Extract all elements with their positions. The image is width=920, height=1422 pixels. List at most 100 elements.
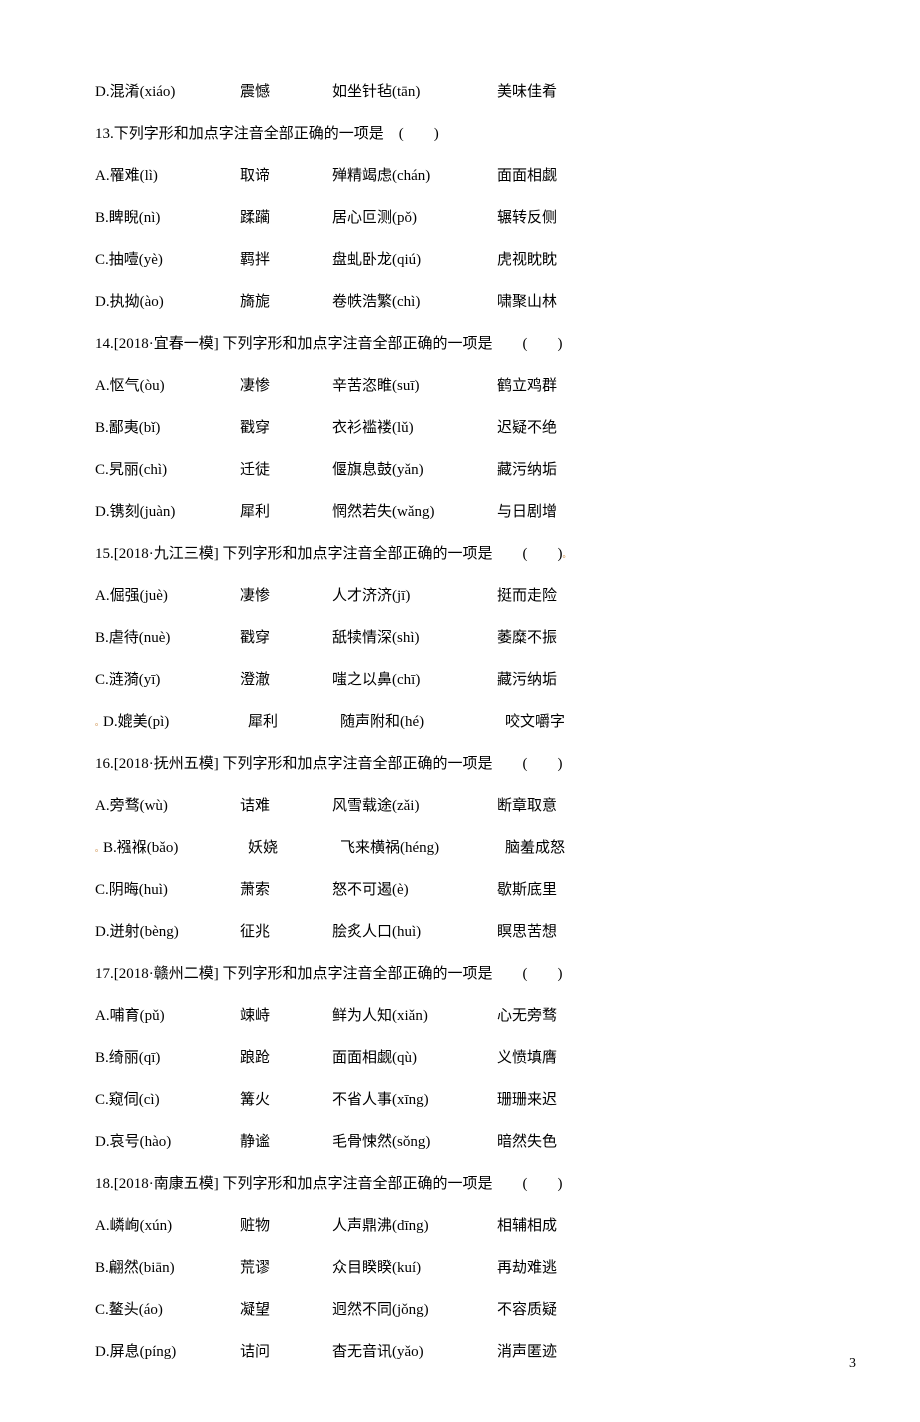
question-text: 14.[2018·宜春一模] 下列字形和加点字注音全部正确的一项是 ( ): [95, 336, 562, 352]
option-col-c: 居心叵测(pǒ): [332, 206, 497, 227]
option-col-a: A.嶙峋(xún): [95, 1214, 240, 1235]
option-col-d: 瞑思苦想: [497, 920, 557, 941]
option-col-b: 犀利: [248, 710, 340, 731]
option-col-d: 迟疑不绝: [497, 416, 557, 437]
option-col-c: 随声附和(hé): [340, 710, 505, 731]
option-col-c: 嗤之以鼻(chī): [332, 668, 497, 689]
question-text: 13.下列字形和加点字注音全部正确的一项是 ( ): [95, 126, 439, 142]
option-col-c: 衣衫褴褛(lǔ): [332, 416, 497, 437]
option-col-d: 美味佳肴: [497, 80, 557, 101]
question-line: 16.[2018·抚州五模] 下列字形和加点字注音全部正确的一项是 ( ): [95, 752, 825, 773]
option-col-a: D.哀号(hào): [95, 1130, 240, 1151]
option-col-b: 震憾: [240, 80, 332, 101]
option-col-c: 脍炙人口(huì): [332, 920, 497, 941]
option-col-c: 面面相觑(qù): [332, 1046, 497, 1067]
option-line: D.执拗(ào)旖旎卷帙浩繁(chì)啸聚山林: [95, 290, 825, 311]
question-text: 15.[2018·九江三模] 下列字形和加点字注音全部正确的一项是 ( ): [95, 546, 562, 562]
option-col-a: C.鳌头(áo): [95, 1298, 240, 1319]
option-col-d: 脑羞成怒: [505, 836, 565, 857]
option-line: A.哺育(pǔ)竦峙鲜为人知(xiǎn)心无旁骛: [95, 1004, 825, 1025]
option-col-b: 竦峙: [240, 1004, 332, 1025]
option-col-c: 怒不可遏(è): [332, 878, 497, 899]
option-col-a: C.阴晦(huì): [95, 878, 240, 899]
option-col-d: 与日剧增: [497, 500, 557, 521]
question-line: 14.[2018·宜春一模] 下列字形和加点字注音全部正确的一项是 ( ): [95, 332, 825, 353]
option-col-b: 凄惨: [240, 374, 332, 395]
option-col-a: D.混淆(xiáo): [95, 80, 240, 101]
option-col-d: 断章取意: [497, 794, 557, 815]
option-col-c: 人声鼎沸(dīng): [332, 1214, 497, 1235]
option-col-a: C.涟漪(yī): [95, 668, 240, 689]
option-col-b: 诘难: [240, 794, 332, 815]
option-col-a: B.翩然(biān): [95, 1256, 240, 1277]
option-col-b: 凝望: [240, 1298, 332, 1319]
question-text: 18.[2018·南康五模] 下列字形和加点字注音全部正确的一项是 ( ): [95, 1176, 562, 1192]
option-col-c: 舐犊情深(shì): [332, 626, 497, 647]
option-col-b: 戳穿: [240, 416, 332, 437]
option-col-a: B.鄙夷(bǐ): [95, 416, 240, 437]
option-line: 。D.媲美(pì)犀利随声附和(hé)咬文嚼字: [95, 710, 825, 731]
option-col-a: B.襁褓(bǎo): [103, 836, 248, 857]
option-line: D.混淆(xiáo)震憾如坐针毡(tān)美味佳肴: [95, 80, 825, 101]
option-line: B.鄙夷(bǐ)戳穿衣衫褴褛(lǔ)迟疑不绝: [95, 416, 825, 437]
page-number: 3: [849, 1356, 856, 1372]
option-col-d: 珊珊来迟: [497, 1088, 557, 1109]
option-col-b: 静谧: [240, 1130, 332, 1151]
option-col-b: 羁拌: [240, 248, 332, 269]
option-col-b: 萧索: [240, 878, 332, 899]
option-col-b: 篝火: [240, 1088, 332, 1109]
option-col-b: 诘问: [240, 1340, 332, 1361]
option-col-a: D.媲美(pì): [103, 710, 248, 731]
option-line: B.睥睨(nì)蹂躏居心叵测(pǒ)辗转反侧: [95, 206, 825, 227]
option-col-d: 藏污纳垢: [497, 668, 557, 689]
option-col-b: 迁徒: [240, 458, 332, 479]
option-col-a: A.哺育(pǔ): [95, 1004, 240, 1025]
option-col-d: 歇斯底里: [497, 878, 557, 899]
option-line: C.阴晦(huì)萧索怒不可遏(è)歇斯底里: [95, 878, 825, 899]
option-line: C.涟漪(yī)澄澈嗤之以鼻(chī)藏污纳垢: [95, 668, 825, 689]
option-col-d: 虎视眈眈: [497, 248, 557, 269]
option-col-d: 萎糜不振: [497, 626, 557, 647]
option-col-a: B.绮丽(qī): [95, 1046, 240, 1067]
option-col-b: 凄惨: [240, 584, 332, 605]
option-line: D.屏息(píng)诘问杳无音讯(yǎo)消声匿迹: [95, 1340, 825, 1361]
option-col-b: 征兆: [240, 920, 332, 941]
marker-dot: 。: [562, 550, 570, 559]
option-col-d: 挺而走险: [497, 584, 557, 605]
option-col-c: 众目睽睽(kuí): [332, 1256, 497, 1277]
option-col-d: 面面相觑: [497, 164, 557, 185]
question-line: 18.[2018·南康五模] 下列字形和加点字注音全部正确的一项是 ( ): [95, 1172, 825, 1193]
option-line: A.嶙峋(xún)赃物人声鼎沸(dīng)相辅相成: [95, 1214, 825, 1235]
option-col-b: 踉跄: [240, 1046, 332, 1067]
option-col-d: 义愤填膺: [497, 1046, 557, 1067]
option-col-c: 迥然不同(jǒng): [332, 1298, 497, 1319]
question-line: 17.[2018·赣州二模] 下列字形和加点字注音全部正确的一项是 ( ): [95, 962, 825, 983]
option-line: D.哀号(hào)静谧毛骨悚然(sǒng)暗然失色: [95, 1130, 825, 1151]
option-col-c: 不省人事(xīng): [332, 1088, 497, 1109]
option-line: 。B.襁褓(bǎo)妖娆飞来横祸(héng)脑羞成怒: [95, 836, 825, 857]
option-line: A.倔强(juè)凄惨人才济济(jī)挺而走险: [95, 584, 825, 605]
document-page: D.混淆(xiáo)震憾如坐针毡(tān)美味佳肴 13.下列字形和加点字注音全部…: [0, 0, 920, 1422]
option-line: C.抽噎(yè)羁拌盘虬卧龙(qiú)虎视眈眈: [95, 248, 825, 269]
option-col-c: 杳无音讯(yǎo): [332, 1340, 497, 1361]
option-col-c: 卷帙浩繁(chì): [332, 290, 497, 311]
option-col-c: 殚精竭虑(chán): [332, 164, 497, 185]
option-line: C.窥伺(cì)篝火不省人事(xīng)珊珊来迟: [95, 1088, 825, 1109]
option-col-a: C.旯丽(chì): [95, 458, 240, 479]
option-col-d: 辗转反侧: [497, 206, 557, 227]
option-line: A.旁骛(wù)诘难风雪载途(zǎi)断章取意: [95, 794, 825, 815]
option-col-c: 盘虬卧龙(qiú): [332, 248, 497, 269]
option-col-a: B.睥睨(nì): [95, 206, 240, 227]
option-col-a: C.窥伺(cì): [95, 1088, 240, 1109]
option-line: D.迸射(bèng)征兆脍炙人口(huì)瞑思苦想: [95, 920, 825, 941]
option-line: B.翩然(biān)荒谬众目睽睽(kuí)再劫难逃: [95, 1256, 825, 1277]
option-line: D.镌刻(juàn)犀利惘然若失(wǎng)与日剧增: [95, 500, 825, 521]
option-line: A.怄气(òu)凄惨辛苦恣睢(suī)鹤立鸡群: [95, 374, 825, 395]
option-col-c: 人才济济(jī): [332, 584, 497, 605]
option-col-d: 心无旁骛: [497, 1004, 557, 1025]
option-col-b: 蹂躏: [240, 206, 332, 227]
option-col-b: 旖旎: [240, 290, 332, 311]
option-col-a: D.执拗(ào): [95, 290, 240, 311]
option-col-a: C.抽噎(yè): [95, 248, 240, 269]
option-col-c: 偃旗息鼓(yǎn): [332, 458, 497, 479]
